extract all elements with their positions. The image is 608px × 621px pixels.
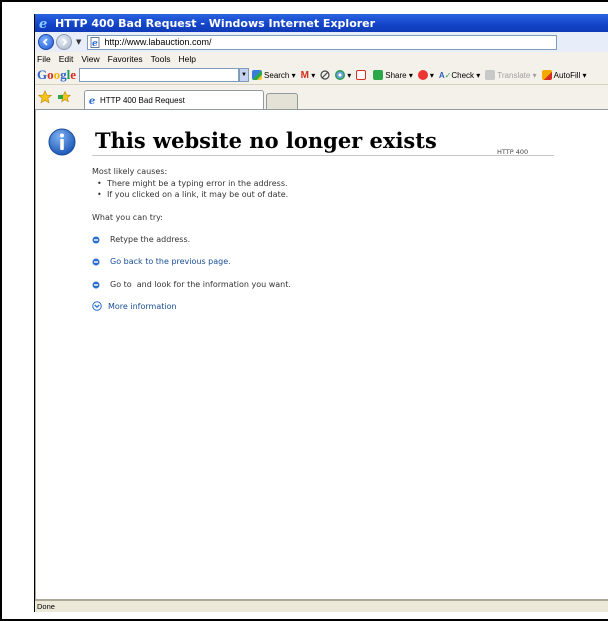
forward-arrow-icon — [62, 38, 68, 46]
bookmarks-button[interactable]: ▾ — [335, 70, 351, 80]
go-back-link[interactable]: Go back to the previous page. — [110, 257, 231, 266]
page-icon: e — [89, 96, 95, 105]
action-go-to-text: Go to and look for the information you w… — [110, 280, 291, 289]
menu-file[interactable]: File — [37, 54, 51, 64]
translate-icon — [485, 70, 496, 80]
autofill-pencil-icon — [541, 70, 552, 80]
gmail-button[interactable]: M ▾ — [301, 70, 316, 81]
google-search-label: Search — [264, 70, 290, 80]
forward-button[interactable] — [56, 34, 72, 50]
new-tab-button[interactable] — [266, 93, 298, 109]
menu-edit[interactable]: Edit — [59, 54, 74, 64]
action-retype-text: Retype the address. — [110, 235, 191, 244]
clock-icon — [320, 70, 330, 80]
svg-text:e: e — [39, 17, 47, 30]
tab-active[interactable]: e HTTP 400 Bad Request — [84, 90, 264, 109]
autofill-label: AutoFill — [553, 70, 581, 80]
browser-window: e HTTP 400 Bad Request - Windows Interne… — [34, 14, 608, 612]
http-status-code: HTTP 400 — [497, 148, 529, 156]
causes-label: Most likely causes: — [92, 167, 168, 176]
more-information-link[interactable]: More information — [92, 301, 177, 311]
menu-view[interactable]: View — [81, 54, 99, 64]
action-retype: Retype the address. — [92, 235, 190, 244]
share-icon — [373, 70, 384, 80]
autofill-button[interactable]: AutoFill ▾ — [541, 70, 587, 80]
ie-logo-icon: e — [39, 17, 47, 30]
status-bar: Done — [35, 600, 608, 612]
blue-bullet-icon — [92, 258, 100, 265]
page-heading: This website no longer exists — [95, 128, 437, 153]
menu-bar: File Edit View Favorites Tools Help — [35, 52, 608, 66]
svg-text:e: e — [92, 39, 98, 48]
google-search-dropdown[interactable]: ▼ — [239, 68, 250, 82]
address-row: ▼ e http://www.labauction.com/ — [35, 32, 608, 52]
popup-blocker-button[interactable]: ▾ — [417, 70, 434, 80]
check-label: Check — [451, 70, 475, 80]
share-button[interactable]: Share ▾ — [373, 70, 413, 80]
history-button[interactable] — [320, 70, 330, 80]
google-search-icon — [252, 70, 263, 80]
address-bar[interactable]: e http://www.labauction.com/ — [87, 34, 558, 50]
action-go-back[interactable]: Go back to the previous page. — [92, 257, 231, 266]
back-button[interactable] — [38, 34, 54, 50]
try-label: What you can try: — [92, 213, 163, 222]
menu-tools[interactable]: Tools — [151, 54, 171, 64]
share-label: Share — [385, 70, 407, 80]
cause-item: There might be a typing error in the add… — [97, 179, 288, 188]
menu-help[interactable]: Help — [178, 54, 195, 64]
blue-bullet-icon — [92, 236, 100, 243]
svg-text:e: e — [89, 96, 95, 105]
gmail-compose-button[interactable] — [356, 70, 368, 80]
google-search-button[interactable]: Search ▾ — [252, 70, 296, 80]
action-go-to: Go to and look for the information you w… — [92, 280, 291, 289]
more-information-label: More information — [108, 301, 177, 311]
google-logo: Google — [37, 67, 77, 82]
gmail-envelope-icon — [356, 70, 367, 80]
favorites-star-icon[interactable] — [38, 90, 52, 104]
address-url: http://www.labauction.com/ — [104, 37, 212, 47]
google-toolbar: Google ▼ Search ▾ M ▾ ▾ Share ▾ ▾ A ✓ Ch… — [35, 66, 608, 85]
page-content: This website no longer exists HTTP 400 M… — [35, 110, 608, 600]
translate-label: Translate — [497, 70, 531, 80]
google-search-input[interactable] — [79, 68, 240, 82]
translate-button[interactable]: Translate ▾ — [485, 70, 537, 80]
expand-chevron-icon — [92, 301, 102, 311]
plus-icon — [335, 70, 346, 80]
page-icon: e — [90, 36, 100, 48]
blue-bullet-icon — [92, 281, 100, 288]
gmail-icon: M — [300, 69, 309, 81]
menu-favorites[interactable]: Favorites — [108, 54, 143, 64]
add-favorites-icon[interactable] — [58, 90, 72, 104]
tab-row: e HTTP 400 Bad Request — [35, 85, 608, 110]
title-bar: e HTTP 400 Bad Request - Windows Interne… — [35, 14, 608, 32]
back-arrow-icon — [42, 38, 48, 46]
recent-pages-dropdown[interactable]: ▼ — [76, 38, 81, 46]
popup-blocker-icon — [417, 70, 428, 80]
status-text: Done — [37, 602, 55, 611]
screenshot-frame: e HTTP 400 Bad Request - Windows Interne… — [0, 0, 608, 621]
spell-check-button[interactable]: A ✓ Check ▾ — [439, 71, 480, 80]
info-icon — [48, 128, 76, 156]
cause-item: If you clicked on a link, it may be out … — [97, 190, 288, 199]
tab-title: HTTP 400 Bad Request — [100, 95, 185, 105]
window-title: HTTP 400 Bad Request - Windows Internet … — [55, 16, 376, 30]
heading-divider — [92, 155, 554, 156]
